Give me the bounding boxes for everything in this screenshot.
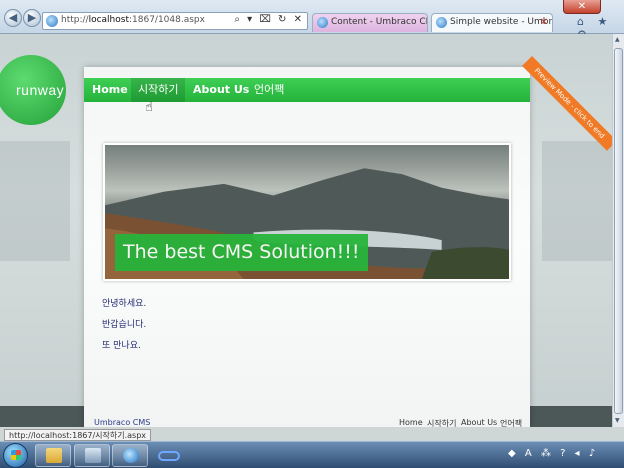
- browser-chrome: ◀ ▶ http://localhost:1867/1048.aspx ⌕ ▾ …: [0, 0, 624, 41]
- arrow-right-icon: ▶: [27, 11, 37, 24]
- footer-link-language-pack[interactable]: 언어팩: [500, 418, 522, 427]
- footer-brand-link[interactable]: Umbraco CMS: [94, 418, 150, 427]
- taskbar: ◆ A ⁂ ? ◂ ♪: [0, 441, 624, 468]
- site-logo-text: runway: [16, 82, 65, 98]
- menu-item-getting-started[interactable]: 시작하기: [131, 78, 186, 102]
- background-panel-left: [0, 141, 70, 261]
- preview-mode-ribbon[interactable]: Preview Mode - click to end: [522, 56, 612, 151]
- hero-caption: The best CMS Solution!!!: [115, 234, 368, 271]
- paragraph: 안녕하세요.: [102, 299, 147, 309]
- taskbar-visual-studio-button[interactable]: [150, 444, 186, 467]
- paragraph: 반갑습니다.: [102, 320, 147, 330]
- main-menu: Home 시작하기 About Us 언어팩: [84, 78, 530, 102]
- infinity-icon: [158, 451, 180, 461]
- address-tools-icons[interactable]: ⌕ ▾ ⌧ ↻ ✕: [234, 14, 304, 25]
- tab-label: Content - Umbraco CMS - lo...: [331, 17, 427, 27]
- system-tray-icons[interactable]: ◆ A ⁂ ? ◂ ♪: [508, 448, 598, 459]
- start-button[interactable]: [3, 443, 28, 468]
- address-text: http://localhost:1867/1048.aspx: [61, 15, 205, 25]
- folder-icon: [46, 448, 62, 463]
- status-bar-url: http://localhost:1867/시작하기.aspx: [4, 429, 152, 441]
- ie-page-icon: [436, 17, 447, 28]
- menu-item-about-us[interactable]: About Us: [186, 78, 256, 102]
- footer-link-about-us[interactable]: About Us: [461, 418, 497, 427]
- taskbar-ie-button[interactable]: [112, 444, 148, 467]
- forward-button[interactable]: ▶: [23, 9, 41, 27]
- hero-banner: The best CMS Solution!!!: [103, 143, 511, 281]
- paragraph: 또 만나요.: [102, 341, 141, 351]
- ie-page-icon: [317, 17, 328, 28]
- page-icon: [46, 15, 58, 27]
- windows-logo-icon: [11, 450, 21, 460]
- menu-item-language-pack[interactable]: 언어팩: [247, 78, 291, 102]
- page-viewport: runway Home 시작하기 About Us 언어팩 ☝ The best…: [0, 34, 612, 427]
- page-content: 안녕하세요. 반갑습니다. 또 만나요.: [102, 298, 146, 361]
- scroll-up-icon[interactable]: ▲: [615, 36, 620, 43]
- back-button[interactable]: ◀: [4, 9, 22, 27]
- menu-item-home[interactable]: Home: [85, 78, 135, 102]
- tab-simple-website[interactable]: Simple website - Umbraco... ✕: [431, 13, 553, 32]
- footer-link-getting-started[interactable]: 시작하기: [427, 418, 456, 427]
- scrollbar-thumb[interactable]: [614, 48, 623, 414]
- taskbar-app-button[interactable]: [74, 444, 110, 467]
- tab-label: Simple website - Umbraco...: [450, 17, 553, 27]
- right-grass: [421, 247, 509, 279]
- scroll-down-icon[interactable]: ▼: [615, 417, 620, 424]
- internet-explorer-icon: [123, 448, 139, 463]
- application-icon: [85, 448, 101, 463]
- window-close-button[interactable]: ✕: [563, 0, 601, 14]
- hand-cursor-icon: ☝: [145, 100, 153, 115]
- background-panel-right: [542, 141, 612, 261]
- footer-link-home[interactable]: Home: [399, 418, 423, 427]
- taskbar-explorer-button[interactable]: [35, 444, 71, 467]
- address-bar[interactable]: http://localhost:1867/1048.aspx ⌕ ▾ ⌧ ↻ …: [42, 12, 308, 30]
- tab-umbraco-content[interactable]: Content - Umbraco CMS - lo...: [312, 13, 428, 32]
- vertical-scrollbar[interactable]: ▲ ▼: [612, 34, 624, 427]
- tab-close-icon[interactable]: ✕: [540, 14, 548, 31]
- arrow-left-icon: ◀: [8, 11, 18, 24]
